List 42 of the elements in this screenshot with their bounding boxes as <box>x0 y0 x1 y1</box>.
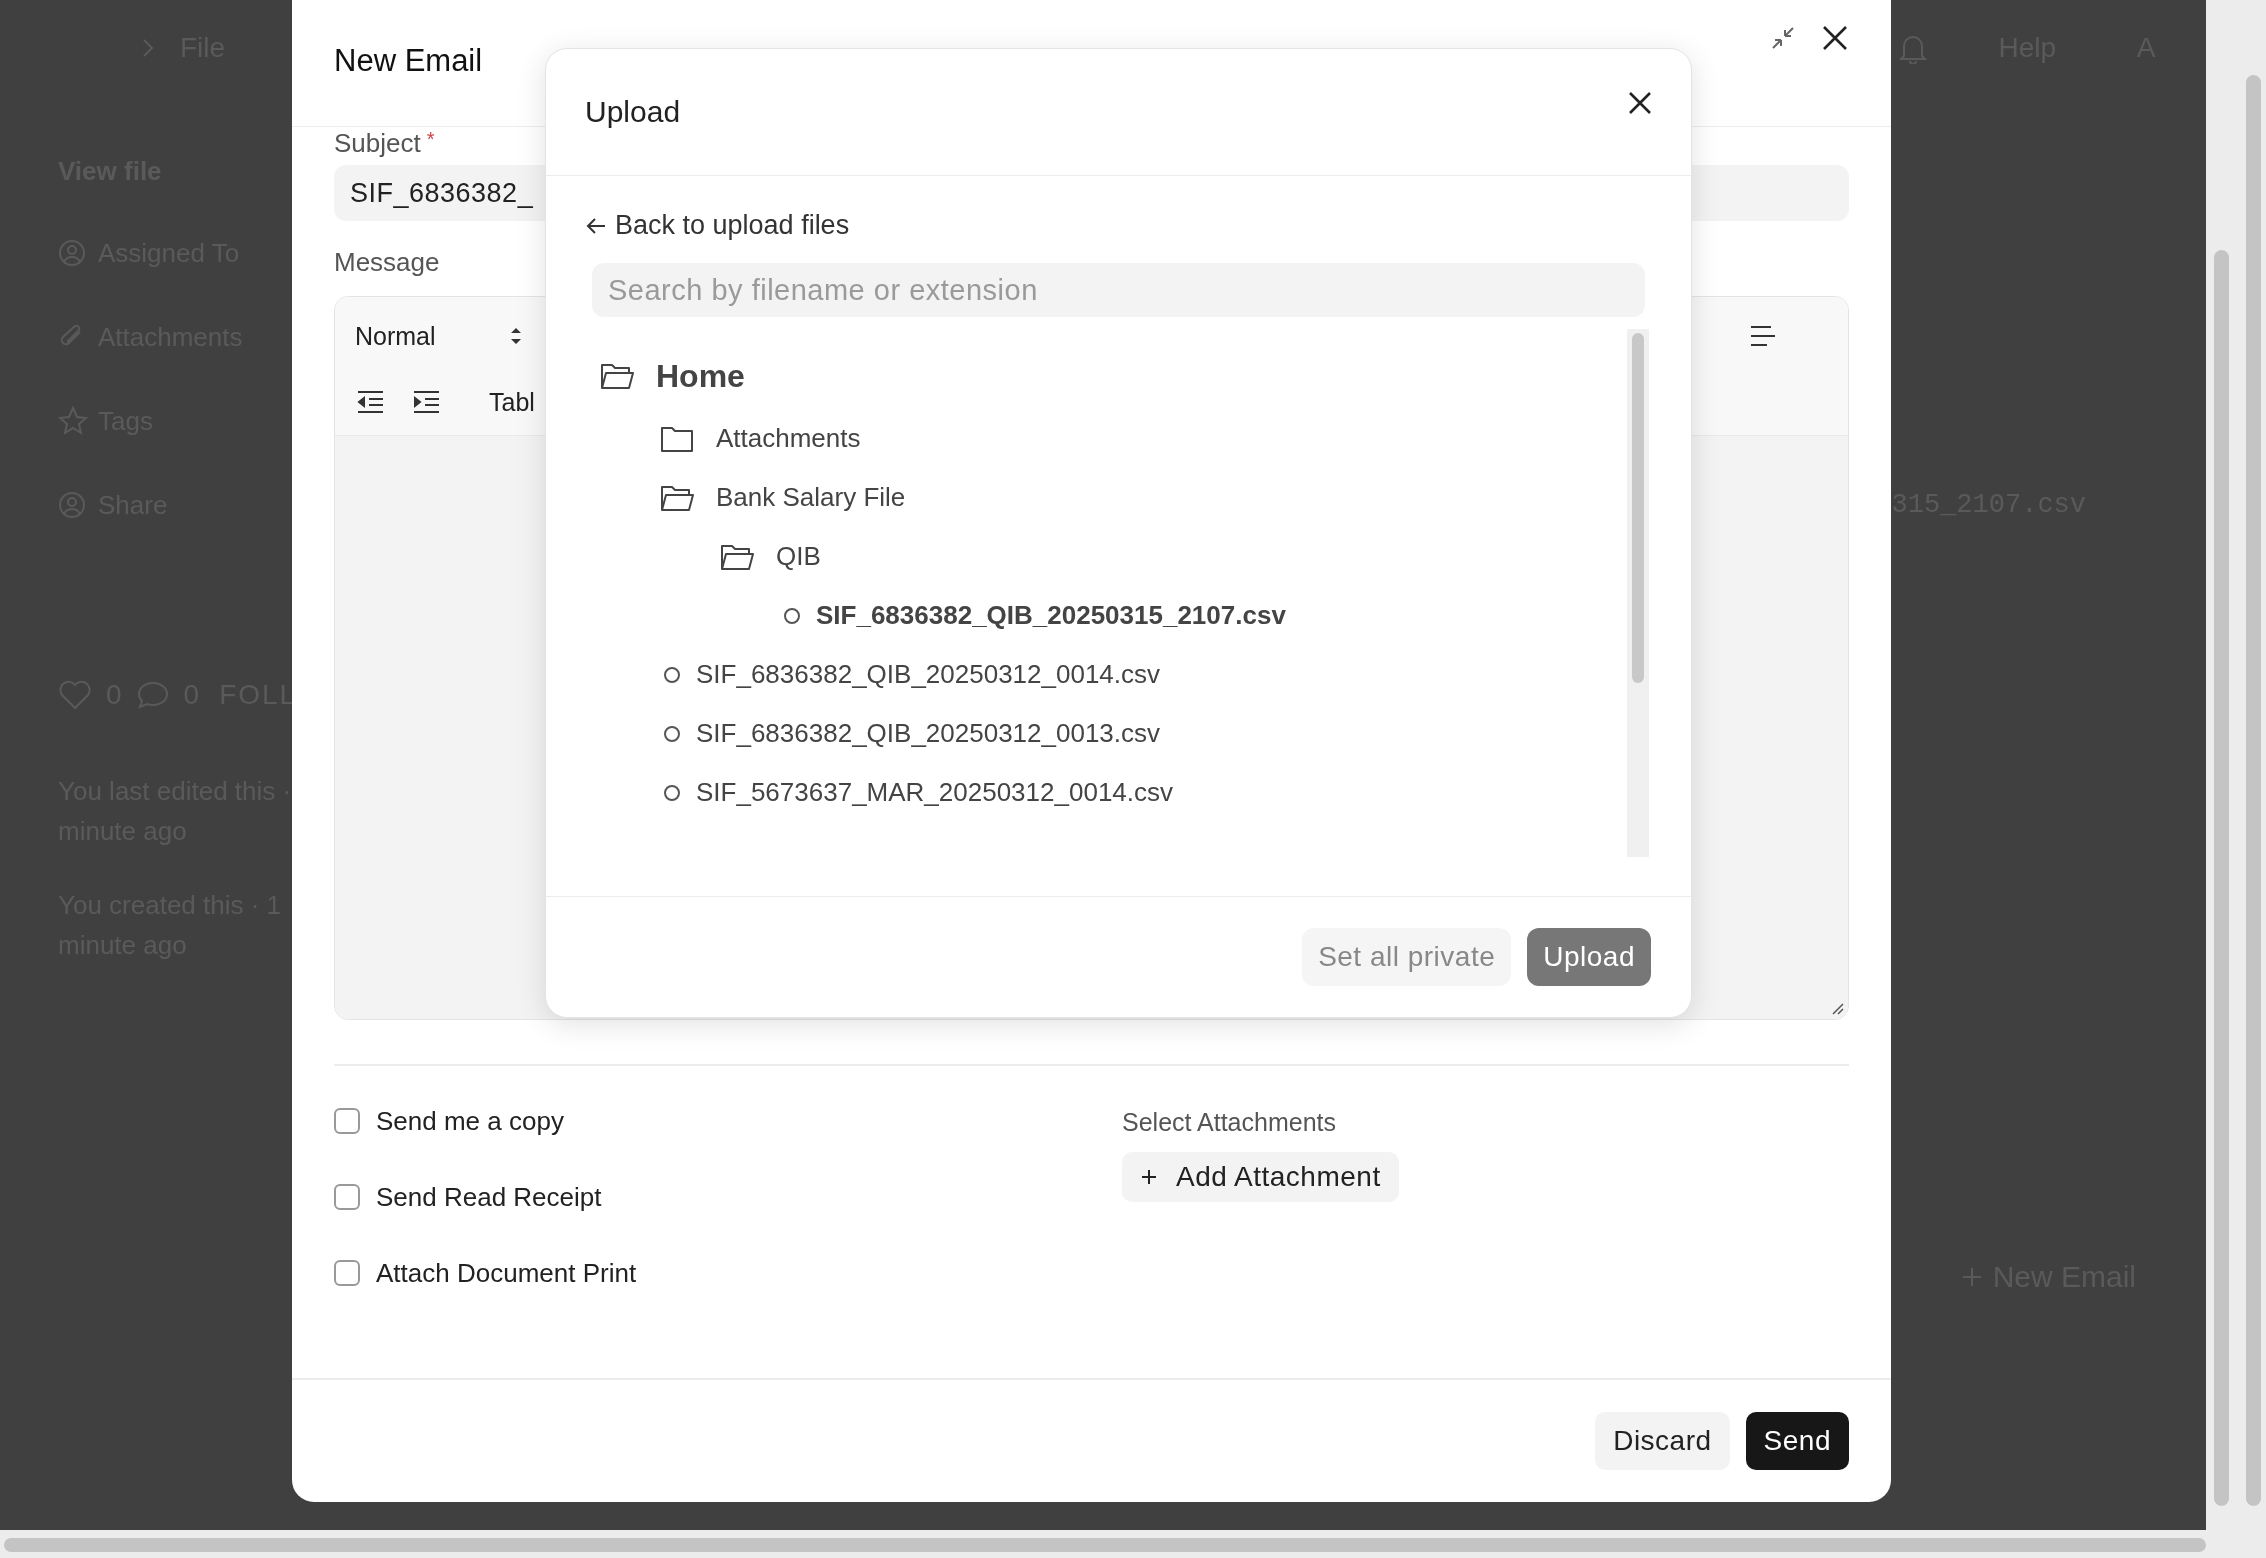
checkbox-label[interactable]: Attach Document Print <box>376 1257 637 1289</box>
radio-icon[interactable] <box>664 784 680 801</box>
checkbox[interactable] <box>334 1184 360 1210</box>
field-label: Subject <box>334 129 421 157</box>
folder-item[interactable]: QIB <box>776 541 821 572</box>
checkbox-label[interactable]: Send me a copy <box>376 1105 564 1137</box>
discard-button[interactable]: Discard <box>1595 1412 1730 1470</box>
close-icon[interactable] <box>1821 24 1849 52</box>
folder-item[interactable]: Bank Salary File <box>716 482 906 513</box>
scrollbar[interactable] <box>0 1530 2206 1558</box>
updown-icon <box>509 325 523 347</box>
radio-icon[interactable] <box>664 666 680 683</box>
chevron-icon <box>140 37 156 59</box>
scrollbar[interactable] <box>2206 0 2266 1558</box>
checkbox-label[interactable]: Send Read Receipt <box>376 1181 602 1213</box>
radio-icon[interactable] <box>664 725 680 742</box>
search-field[interactable]: Search by filename or extension <box>592 263 1645 317</box>
required-mark: * <box>426 129 435 152</box>
folder-item[interactable]: Home <box>656 357 745 395</box>
checkbox[interactable] <box>334 1260 360 1286</box>
file-item[interactable]: SIF_6836382_QIB_20250312_0014.csv <box>696 659 1161 690</box>
plus-icon <box>1140 1168 1158 1186</box>
table-select[interactable]: Tabl <box>489 387 535 417</box>
send-button[interactable]: Send <box>1745 1412 1849 1470</box>
back-link[interactable]: Back to upload files <box>585 210 850 241</box>
arrow-left-icon <box>585 215 607 236</box>
field-label: Message <box>334 247 440 278</box>
star-icon <box>58 406 88 436</box>
file-item[interactable]: SIF_6836382_QIB_20250312_0013.csv <box>696 718 1161 749</box>
folder-item[interactable]: Attachments <box>716 423 861 454</box>
file-item[interactable]: SIF_6836382_QIB_20250315_2107.csv <box>816 600 1286 631</box>
close-icon[interactable] <box>1627 90 1653 116</box>
file-item[interactable]: SIF_5673637_MAR_20250312_0014.csv <box>696 777 1174 808</box>
scrollbar[interactable] <box>1627 329 1649 857</box>
plus-icon <box>1960 1266 1983 1288</box>
style-select[interactable]: Normal <box>355 321 523 351</box>
dialog-title: New Email <box>334 43 484 79</box>
dialog-title: Upload <box>585 95 681 129</box>
checkbox[interactable] <box>334 1108 360 1134</box>
add-attachment-button[interactable]: Add Attachment <box>1122 1152 1399 1202</box>
field-label: Select Attachments <box>1122 1107 1337 1138</box>
radio-icon[interactable] <box>784 607 800 624</box>
